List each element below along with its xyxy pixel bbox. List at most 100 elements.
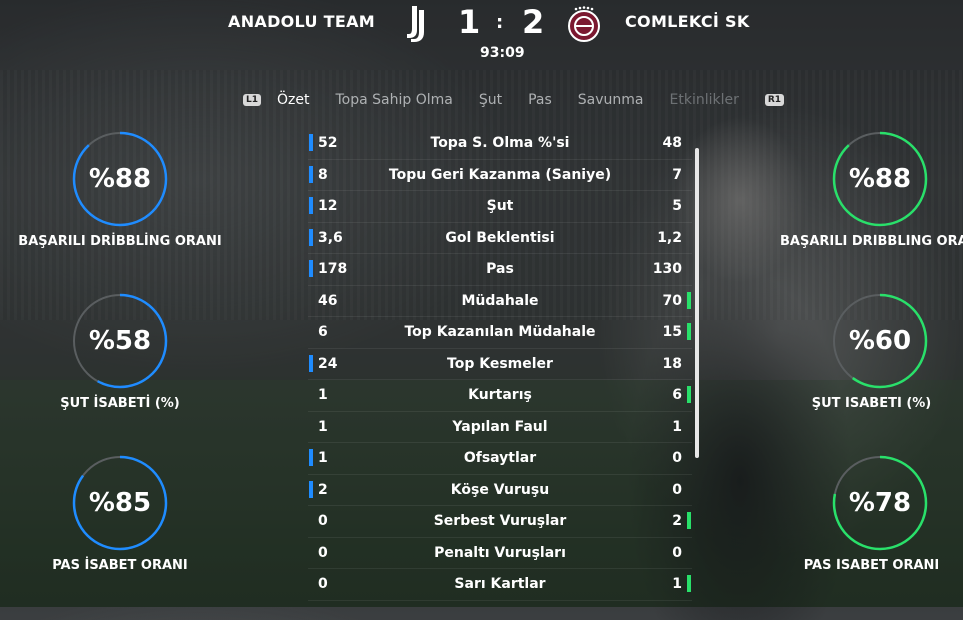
stat-away-value: 7	[672, 166, 682, 183]
stats-tab-bar: L1 Özet Topa Sahip Olma Şut Pas Savunma …	[243, 90, 785, 110]
tab-topa-sahip-olma[interactable]: Topa Sahip Olma	[335, 92, 452, 108]
tab-sut[interactable]: Şut	[479, 92, 502, 108]
away-gauge-label: ŞUT İSABETİ (%)	[811, 396, 932, 411]
stat-row: 8 Topu Geri Kazanma (Saniye) 7	[308, 160, 692, 191]
stat-away-value: 15	[662, 324, 682, 340]
stat-row: 1 Kurtarış 6	[308, 380, 692, 412]
home-leader-marker	[309, 354, 313, 372]
stat-away-value: 6	[672, 387, 682, 403]
stat-row: 12 Şut 5	[308, 191, 692, 223]
tab-pas[interactable]: Pas	[528, 92, 552, 108]
stat-away-value: 2	[672, 513, 682, 529]
away-gauge-value: %60	[848, 326, 912, 356]
stat-home-value: 46	[318, 292, 338, 309]
stat-home-value: 8	[318, 166, 328, 183]
stat-row: 0 Sarı Kartlar 1	[308, 569, 692, 601]
stat-label: Kurtarış	[468, 387, 532, 403]
stat-label: Şut	[486, 198, 514, 214]
stat-label: Topu Geri Kazanma (Saniye)	[388, 166, 612, 183]
tab-savunma[interactable]: Savunma	[578, 92, 644, 108]
stat-row: 0 Penaltı Vuruşları 0	[308, 538, 692, 569]
stat-away-value: 70	[662, 292, 682, 309]
home-score: 1	[458, 3, 481, 41]
away-leader-marker	[687, 323, 691, 340]
home-gauge: %85	[71, 454, 169, 552]
stat-away-value: 1	[672, 418, 682, 435]
stat-row: 52 Topa S. Olma %'si 48	[308, 128, 692, 160]
stat-home-value: 2	[318, 481, 328, 498]
stat-home-value: 0	[318, 576, 328, 592]
stat-home-value: 178	[318, 261, 348, 277]
stat-row: 1 Ofsaytlar 0	[308, 443, 692, 475]
stat-row: 46 Müdahale 70	[308, 286, 692, 317]
stat-label: Müdahale	[461, 292, 539, 309]
home-leader-marker	[309, 134, 313, 151]
home-leader-marker	[309, 480, 313, 498]
stat-label: Serbest Vuruşlar	[433, 513, 567, 529]
stat-home-value: 12	[318, 198, 338, 214]
stat-away-value: 1	[672, 576, 682, 592]
stat-label: Pas	[486, 261, 514, 277]
stat-label: Yapılan Faul	[452, 418, 548, 435]
home-gauge-label: BAŞARILI DRİBBLİNG ORANI	[18, 234, 222, 249]
stat-away-value: 48	[662, 135, 682, 151]
stat-row: 6 Top Kazanılan Müdahale 15	[308, 317, 692, 349]
home-gauge-value: %88	[88, 164, 152, 194]
away-gauge-label: PAS İSABET ORANI	[803, 558, 940, 573]
away-gauge-value: %88	[848, 164, 912, 194]
stat-away-value: 0	[672, 481, 682, 498]
away-leader-marker	[687, 386, 691, 403]
stat-row: 1 Yapılan Faul 1	[308, 412, 692, 443]
stat-label: Ofsaytlar	[463, 450, 537, 466]
tab-etkinlikler[interactable]: Etkinlikler	[670, 92, 739, 108]
stat-home-value: 1	[318, 450, 328, 466]
home-gauge: %88	[71, 130, 169, 228]
stat-home-value: 1	[318, 418, 328, 435]
away-leader-marker	[687, 575, 691, 592]
stat-label: Gol Beklentisi	[445, 229, 555, 246]
stat-away-value: 0	[672, 450, 682, 466]
stat-away-value: 18	[662, 355, 682, 372]
stat-home-value: 0	[318, 513, 328, 529]
stat-label: Top Kazanılan Müdahale	[404, 324, 596, 340]
home-gauge-value: %85	[88, 488, 152, 518]
away-team-crest-icon	[566, 4, 602, 44]
stat-row: 178 Pas 130	[308, 254, 692, 286]
match-stats-table: 52 Topa S. Olma %'si 48 8 Topu Geri Kazanma …	[308, 128, 692, 601]
stat-row: 0 Serbest Vuruşlar 2	[308, 506, 692, 538]
stat-label: Penaltı Vuruşları	[434, 544, 566, 561]
away-team-name: COMLEKCİ SK	[625, 12, 750, 31]
home-team-name: ANADOLU TEAM	[228, 12, 375, 31]
stat-row: 2 Köşe Vuruşu 0	[308, 475, 692, 506]
home-leader-marker	[309, 260, 313, 277]
stat-home-value: 6	[318, 324, 328, 340]
stat-away-value: 130	[652, 261, 682, 277]
l1-button-hint-icon[interactable]: L1	[243, 94, 261, 106]
stat-home-value: 1	[318, 387, 328, 403]
r1-button-hint-icon[interactable]: R1	[764, 94, 785, 106]
home-leader-marker	[309, 197, 313, 214]
away-score: 2	[522, 3, 545, 41]
home-leader-marker	[309, 165, 313, 183]
home-gauge-value: %58	[88, 326, 152, 356]
home-leader-marker	[309, 228, 313, 246]
away-gauge-value: %78	[848, 488, 912, 518]
stat-label: Sarı Kartlar	[454, 576, 546, 592]
away-leader-marker	[687, 291, 691, 309]
stat-away-value: 1,2	[657, 229, 682, 246]
home-gauge-label: PAS İSABET ORANI	[52, 558, 188, 573]
stat-away-value: 5	[672, 198, 682, 214]
stat-home-value: 3,6	[318, 229, 343, 246]
away-gauge: %78	[831, 454, 929, 552]
stat-label: Topa S. Olma %'si	[430, 135, 570, 151]
stat-home-value: 0	[318, 544, 328, 561]
match-clock: 93:09	[480, 45, 525, 61]
scoreboard-header: ANADOLU TEAM 1 : 2 COMLEKCİ SK 93:09	[0, 0, 963, 70]
home-leader-marker	[309, 449, 313, 466]
tab-ozet[interactable]: Özet	[277, 92, 309, 108]
home-team-crest-icon	[401, 4, 431, 44]
stat-home-value: 52	[318, 135, 338, 151]
stat-row: 3,6 Gol Beklentisi 1,2	[308, 223, 692, 254]
home-gauge: %58	[71, 292, 169, 390]
stats-scrollbar[interactable]	[695, 148, 699, 458]
